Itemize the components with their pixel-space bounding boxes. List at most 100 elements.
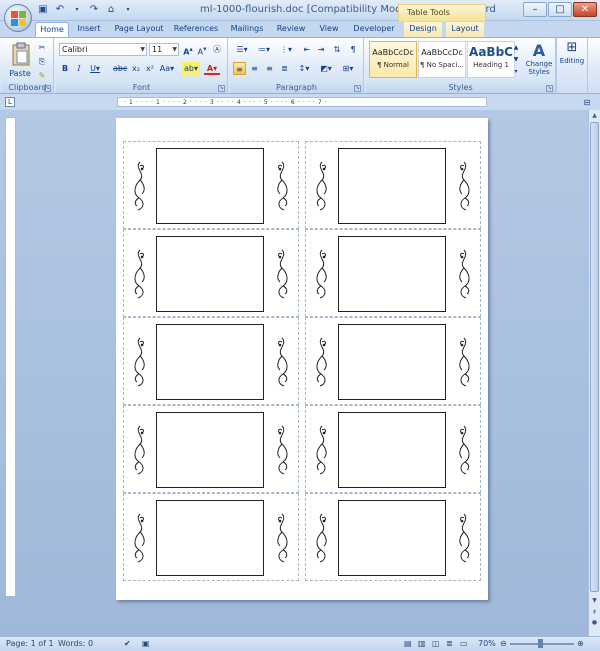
undo-dropdown-icon[interactable]: ▾	[70, 3, 84, 17]
word-count[interactable]: Words: 0	[58, 639, 93, 648]
page-count[interactable]: Page: 1 of 1	[6, 639, 54, 648]
label-frame[interactable]	[156, 148, 264, 224]
view-ruler-icon[interactable]: ⊟	[582, 96, 592, 109]
label-card[interactable]	[123, 405, 299, 493]
shrink-font-icon[interactable]: A▾	[196, 43, 208, 57]
multilevel-list-icon[interactable]: ⋮▾	[277, 43, 295, 56]
label-card[interactable]	[305, 317, 481, 405]
label-card[interactable]	[123, 229, 299, 317]
draft-view-icon[interactable]: ▭	[460, 639, 468, 648]
change-styles-button[interactable]: A Change Styles	[524, 41, 554, 83]
style-normal[interactable]: AaBbCcDc ¶ Normal	[369, 41, 417, 78]
office-button[interactable]	[4, 4, 32, 32]
editing-button[interactable]: ⊞ Editing	[557, 38, 587, 88]
cut-icon[interactable]: ✂	[36, 41, 48, 54]
scroll-down-icon[interactable]: ▼	[590, 596, 599, 606]
label-frame[interactable]	[338, 412, 446, 488]
grow-font-icon[interactable]: A▴	[182, 43, 194, 57]
label-frame[interactable]	[156, 236, 264, 312]
paste-label[interactable]: Paste	[6, 67, 34, 80]
label-card[interactable]	[305, 493, 481, 581]
clear-formatting-icon[interactable]: Ⓐ	[211, 43, 223, 56]
font-family-select[interactable]: Calibri ▼	[59, 43, 147, 56]
show-formatting-icon[interactable]: ¶	[347, 43, 359, 56]
browse-object-icon[interactable]: ●	[590, 618, 599, 628]
document-page[interactable]	[116, 118, 488, 600]
minimize-button[interactable]: –	[523, 2, 547, 17]
copy-icon[interactable]: ⎘	[36, 55, 48, 68]
vertical-scrollbar[interactable]: ▲ ▼ ⇞ ●	[588, 110, 600, 636]
underline-icon[interactable]: U▾	[87, 62, 103, 75]
sort-icon[interactable]: ⇅	[331, 43, 343, 56]
zoom-out-icon[interactable]: ⊖	[500, 639, 507, 648]
style-heading-1[interactable]: AaBbC Heading 1	[467, 41, 515, 78]
zoom-level[interactable]: 70%	[478, 639, 496, 648]
format-painter-icon[interactable]: ✎	[36, 69, 48, 82]
highlight-icon[interactable]: ab▾	[182, 62, 200, 75]
bullets-icon[interactable]: ☰▾	[233, 43, 251, 56]
zoom-slider[interactable]	[510, 639, 574, 648]
increase-indent-icon[interactable]: ⇥	[315, 43, 327, 56]
label-frame[interactable]	[338, 236, 446, 312]
shading-icon[interactable]: ◩▾	[317, 62, 335, 75]
numbering-icon[interactable]: ≔▾	[255, 43, 273, 56]
customize-qat-icon[interactable]: ▾	[121, 3, 135, 17]
label-card[interactable]	[123, 141, 299, 229]
print-layout-view-icon[interactable]: ▤	[404, 639, 412, 648]
bold-icon[interactable]: B	[59, 62, 71, 75]
vertical-ruler[interactable]	[5, 117, 16, 597]
font-color-icon[interactable]: A▾	[204, 62, 220, 75]
label-card[interactable]	[123, 317, 299, 405]
label-frame[interactable]	[338, 148, 446, 224]
decrease-indent-icon[interactable]: ⇤	[301, 43, 313, 56]
maximize-button[interactable]: □	[548, 2, 572, 17]
borders-icon[interactable]: ⊞▾	[339, 62, 357, 75]
tab-selector[interactable]: L	[5, 97, 15, 107]
proofing-icon[interactable]: ✔	[124, 639, 131, 648]
label-card[interactable]	[305, 141, 481, 229]
tab-home[interactable]: Home	[35, 22, 69, 37]
zoom-slider-knob[interactable]	[538, 639, 543, 648]
full-screen-reading-icon[interactable]: ▥	[418, 639, 426, 648]
styles-launcher-icon[interactable]: ↘	[546, 85, 553, 92]
tab-design[interactable]: Design	[404, 22, 442, 37]
tab-mailings[interactable]: Mailings	[228, 22, 266, 37]
label-frame[interactable]	[156, 500, 264, 576]
font-launcher-icon[interactable]: ↘	[218, 85, 225, 92]
tab-layout[interactable]: Layout	[446, 22, 484, 37]
style-no-spacing[interactable]: AaBbCcDc ¶ No Spaci...	[418, 41, 466, 78]
styles-more-icon[interactable]: ▾	[512, 65, 520, 78]
label-card[interactable]	[305, 229, 481, 317]
label-card[interactable]	[123, 493, 299, 581]
undo-icon[interactable]: ↶	[53, 3, 67, 17]
paragraph-launcher-icon[interactable]: ↘	[354, 85, 361, 92]
scrollbar-thumb[interactable]	[590, 122, 599, 592]
align-center-icon[interactable]: ≡	[248, 62, 261, 75]
change-case-icon[interactable]: Aa▾	[158, 62, 176, 75]
clipboard-launcher-icon[interactable]: ↘	[44, 85, 51, 92]
tab-insert[interactable]: Insert	[74, 22, 104, 37]
label-frame[interactable]	[156, 412, 264, 488]
paste-icon[interactable]	[10, 41, 32, 67]
tab-developer[interactable]: Developer	[352, 22, 396, 37]
align-right-icon[interactable]: ≡	[263, 62, 276, 75]
tab-references[interactable]: References	[172, 22, 220, 37]
tab-review[interactable]: Review	[274, 22, 308, 37]
label-frame[interactable]	[156, 324, 264, 400]
superscript-icon[interactable]: x²	[144, 62, 156, 75]
horizontal-ruler[interactable]: · 1 · · · · 1 · · · · 2 · · · · 3 · · · …	[117, 97, 487, 107]
line-spacing-icon[interactable]: ↕▾	[295, 62, 313, 75]
open-folder-icon[interactable]: ⌂	[104, 3, 118, 17]
label-frame[interactable]	[338, 324, 446, 400]
web-layout-view-icon[interactable]: ◫	[432, 639, 440, 648]
close-button[interactable]: ✕	[573, 2, 597, 17]
label-card[interactable]	[305, 405, 481, 493]
align-left-icon[interactable]: ≡	[233, 62, 246, 75]
save-icon[interactable]: ▣	[36, 3, 50, 17]
macro-record-icon[interactable]: ▣	[142, 639, 150, 648]
previous-page-icon[interactable]: ⇞	[590, 608, 599, 618]
font-size-select[interactable]: 11 ▼	[149, 43, 179, 56]
tab-view[interactable]: View	[316, 22, 342, 37]
justify-icon[interactable]: ≣	[278, 62, 291, 75]
outline-view-icon[interactable]: ≣	[446, 639, 453, 648]
